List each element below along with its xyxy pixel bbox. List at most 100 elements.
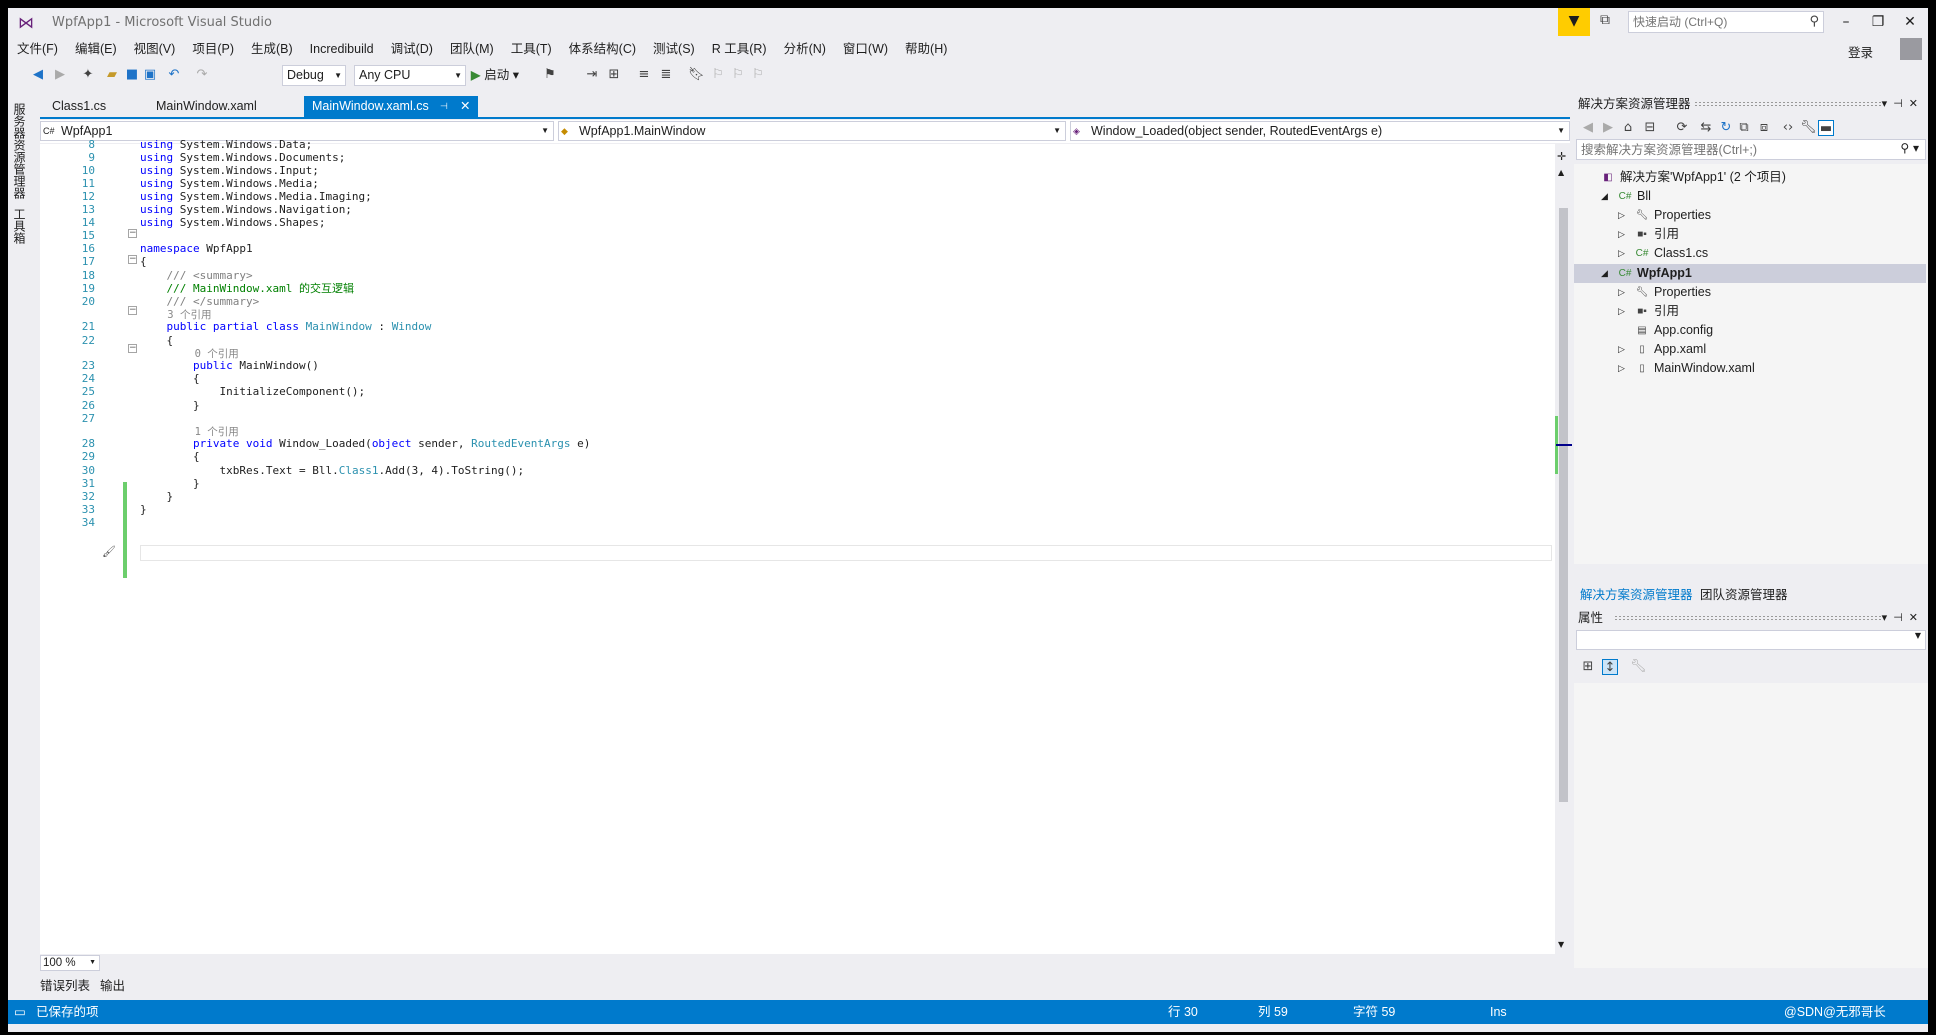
menu-build[interactable]: 生成(B) xyxy=(242,39,301,59)
sign-in-link[interactable]: 登录 xyxy=(1848,42,1873,61)
tree-node[interactable]: ▷ ■▪ 引用 xyxy=(1574,225,1926,244)
next-bookmark-icon[interactable]: ⚐ xyxy=(730,67,746,83)
menu-help[interactable]: 帮助(H) xyxy=(896,39,955,59)
categorized-icon[interactable]: ⊞ xyxy=(1580,659,1596,675)
tab-solution-explorer[interactable]: 解决方案资源管理器 xyxy=(1580,587,1693,603)
menu-debug[interactable]: 调试(D) xyxy=(382,39,441,59)
undo-icon[interactable]: ↶ xyxy=(166,67,182,83)
menu-team[interactable]: 团队(M) xyxy=(441,39,502,59)
solution-search-input[interactable] xyxy=(1577,140,1877,159)
restore-button[interactable]: ❐ xyxy=(1864,12,1892,34)
pin-icon[interactable]: ⊣ xyxy=(440,96,448,117)
switch-views-icon[interactable]: ⊟ xyxy=(1642,120,1658,136)
prev-bookmark-icon[interactable]: ⚐ xyxy=(710,67,726,83)
property-pages-icon[interactable]: 🔧︎ xyxy=(1630,659,1647,675)
menu-analyze[interactable]: 分析(N) xyxy=(775,39,834,59)
server-explorer-tab[interactable]: 服务器资源管理器 xyxy=(10,103,28,199)
comment-icon[interactable]: ≡ xyxy=(636,67,652,83)
expand-toggle-icon[interactable]: ▷ xyxy=(1618,244,1625,263)
uncomment-icon[interactable]: ≣ xyxy=(658,67,674,83)
collapse-all-icon[interactable]: ⧉ xyxy=(1736,120,1752,136)
zoom-select[interactable]: 100 % ▼ xyxy=(40,955,100,971)
properties-object-select[interactable]: ▼ xyxy=(1576,630,1926,650)
sync-icon[interactable]: ⇆ xyxy=(1698,120,1714,136)
tab-team-explorer[interactable]: 团队资源管理器 xyxy=(1700,587,1788,603)
tree-node[interactable]: ▤ App.config xyxy=(1574,321,1926,340)
search-icon[interactable]: ⚲ ▾ xyxy=(1900,141,1919,155)
back-icon[interactable]: ◀ xyxy=(30,67,46,83)
feedback-icon[interactable]: ⧉ xyxy=(1600,12,1622,32)
tab-class1-cs[interactable]: Class1.cs xyxy=(44,96,114,117)
split-icon[interactable]: ✛ xyxy=(1557,150,1566,163)
code-editor[interactable]: 8 9 10 11 12 13 14 15 16 17 18 19 20 21 22 23 24 25 26 27 28… xyxy=(40,138,1572,954)
error-list-tab[interactable]: 错误列表 xyxy=(40,976,90,996)
scroll-down-arrow[interactable]: ▼ xyxy=(1558,940,1564,949)
menu-view[interactable]: 视图(V) xyxy=(125,39,184,59)
solution-platform-select[interactable]: Any CPU ▼ xyxy=(354,65,466,86)
expand-toggle-icon[interactable]: ◢ xyxy=(1601,187,1608,206)
scroll-thumb[interactable] xyxy=(1559,208,1568,802)
redo-icon[interactable]: ↷ xyxy=(194,67,210,83)
find-icon[interactable]: ⚑ xyxy=(542,67,558,83)
menu-file[interactable]: 文件(F) xyxy=(8,39,66,59)
panel-window-buttons[interactable]: ▾⊣✕ xyxy=(1882,94,1924,114)
alphabetical-icon[interactable]: ↕ xyxy=(1602,659,1618,675)
step-icon[interactable]: ⇥ xyxy=(584,67,600,83)
panel-window-buttons[interactable]: ▾⊣✕ xyxy=(1882,608,1924,628)
tab-mainwindow-xaml-cs[interactable]: MainWindow.xaml.cs ⊣ ✕ xyxy=(304,96,478,117)
drag-grip[interactable] xyxy=(1694,101,1882,107)
forward-icon[interactable]: ▶ xyxy=(1600,120,1616,136)
view-code-icon[interactable]: ‹› xyxy=(1780,120,1796,136)
expand-toggle-icon[interactable]: ▷ xyxy=(1618,340,1625,359)
tree-node[interactable]: ▷ 🔧︎ Properties xyxy=(1574,283,1926,302)
tree-node[interactable]: ▷ 🔧︎ Properties xyxy=(1574,206,1926,225)
close-tab-icon[interactable]: ✕ xyxy=(460,96,470,117)
menu-window[interactable]: 窗口(W) xyxy=(834,39,896,59)
bookmark-icon[interactable]: 🔖︎ xyxy=(688,67,705,83)
show-all-files-icon[interactable]: ⧈ xyxy=(1756,120,1772,136)
pending-changes-icon[interactable]: ⟳ xyxy=(1674,120,1690,136)
type-dropdown[interactable]: ◆ WpfApp1.MainWindow ▼ xyxy=(558,121,1066,141)
close-button[interactable]: ✕ xyxy=(1896,12,1924,34)
search-icon[interactable]: ⚲ xyxy=(1809,14,1819,29)
menu-tools[interactable]: 工具(T) xyxy=(502,39,560,59)
fold-toggle[interactable]: − xyxy=(128,255,137,264)
tree-node[interactable]: ▷ ▯ MainWindow.xaml xyxy=(1574,359,1926,378)
clear-bookmarks-icon[interactable]: ⚐ xyxy=(750,67,766,83)
expand-toggle-icon[interactable]: ◢ xyxy=(1601,264,1608,283)
tree-node[interactable]: ▷ ■▪ 引用 xyxy=(1574,302,1926,321)
expand-toggle-icon[interactable]: ▷ xyxy=(1618,302,1625,321)
tree-node[interactable]: ▷ ▯ App.xaml xyxy=(1574,340,1926,359)
tab-mainwindow-xaml[interactable]: MainWindow.xaml xyxy=(148,96,265,117)
member-dropdown[interactable]: ◈ Window_Loaded(object sender, RoutedEven… xyxy=(1070,121,1570,141)
fold-toggle[interactable]: − xyxy=(128,344,137,353)
hierarchy-icon[interactable]: ⊞ xyxy=(606,67,622,83)
minimize-button[interactable]: – xyxy=(1832,12,1860,34)
open-file-icon[interactable]: ▰ xyxy=(104,67,120,83)
user-avatar-icon[interactable] xyxy=(1900,38,1922,60)
start-debugging-button[interactable]: ▶ 启动 ▾ xyxy=(471,66,519,85)
solution-search-box[interactable]: ⚲ ▾ xyxy=(1576,139,1926,160)
output-tab[interactable]: 输出 xyxy=(100,976,125,996)
menu-project[interactable]: 项目(P) xyxy=(183,39,242,59)
expand-toggle-icon[interactable]: ▷ xyxy=(1618,225,1625,244)
menu-incredibuild[interactable]: Incredibuild xyxy=(301,39,382,59)
drag-grip[interactable] xyxy=(1614,615,1882,621)
menu-test[interactable]: 测试(S) xyxy=(644,39,703,59)
forward-icon[interactable]: ▶ xyxy=(52,67,68,83)
tree-node[interactable]: ◢ C# Bll xyxy=(1574,187,1926,206)
scroll-up-arrow[interactable]: ▲ xyxy=(1558,168,1564,177)
menu-architecture[interactable]: 体系结构(C) xyxy=(560,39,644,59)
fold-toggle[interactable]: − xyxy=(128,229,137,238)
menu-r-tools[interactable]: R 工具(R) xyxy=(703,39,775,59)
refresh-icon[interactable]: ↻ xyxy=(1718,120,1734,136)
notification-filter-icon[interactable]: ▼ xyxy=(1558,8,1590,36)
menu-edit[interactable]: 编辑(E) xyxy=(66,39,125,59)
tree-node[interactable]: ◢ C# WpfApp1 xyxy=(1574,263,1926,283)
preview-icon[interactable]: ▬ xyxy=(1818,120,1834,136)
quick-launch-box[interactable]: ⚲ xyxy=(1628,11,1824,33)
back-icon[interactable]: ◀ xyxy=(1580,120,1596,136)
save-all-icon[interactable]: ▣ xyxy=(142,67,158,83)
solution-configuration-select[interactable]: Debug ▼ xyxy=(282,65,346,86)
tree-node[interactable]: ◧ 解决方案'WpfApp1' (2 个项目) xyxy=(1574,168,1926,187)
